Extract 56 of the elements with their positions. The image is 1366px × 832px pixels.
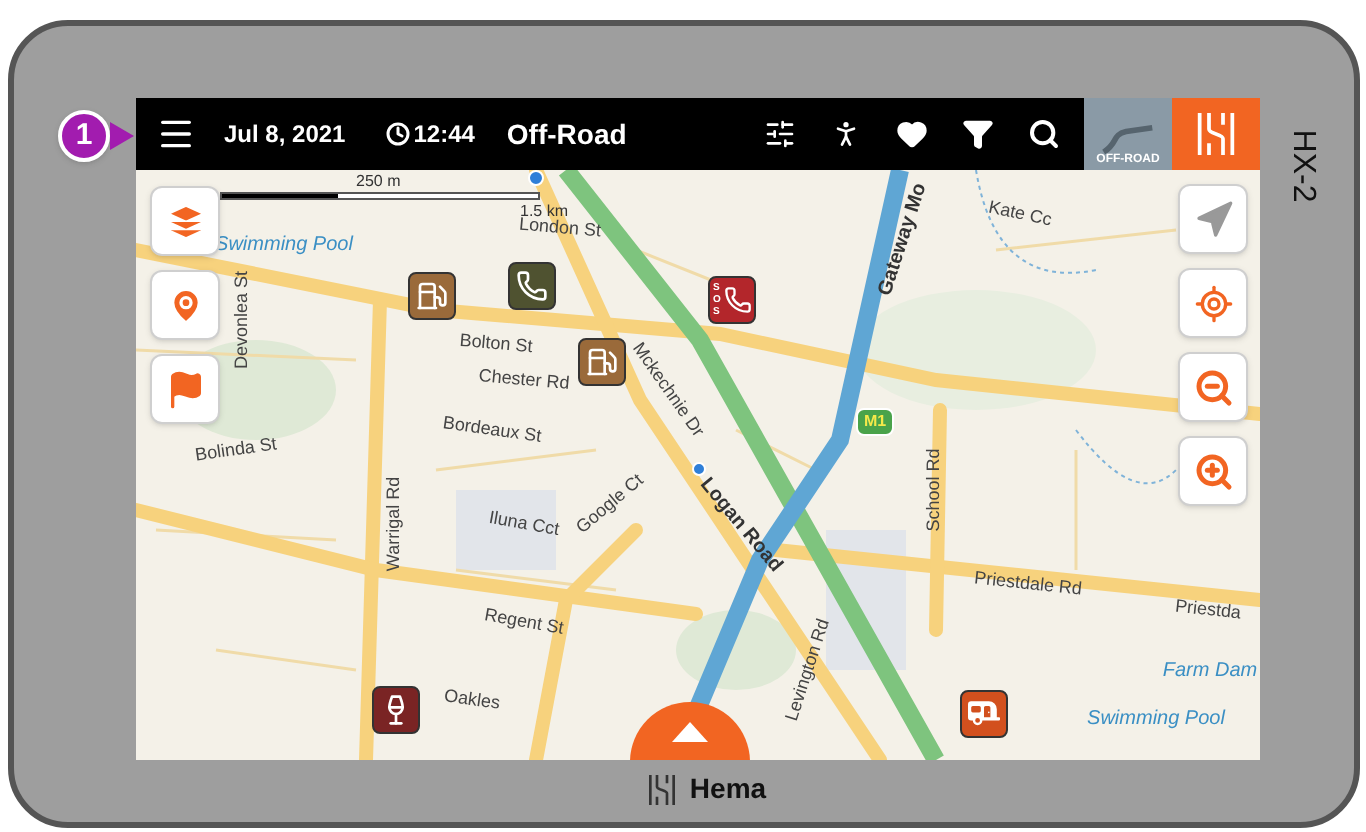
- zoom-in-icon: [1193, 451, 1233, 491]
- device-model-label: HX-2: [1287, 129, 1323, 203]
- fuel-pump-icon: [416, 280, 448, 312]
- time-text: 12:44: [413, 118, 475, 152]
- map-label: Bolton St: [458, 331, 534, 357]
- zoom-out-icon: [1193, 367, 1233, 407]
- map-label: Swimming Pool: [215, 236, 353, 256]
- layers-icon: [165, 201, 205, 241]
- scale-label: 250 m: [356, 170, 401, 194]
- locate-button[interactable]: [1178, 268, 1248, 338]
- road-shield: M1: [856, 408, 895, 436]
- flag-icon: [165, 369, 205, 409]
- brand-logo-text: Hema: [689, 770, 767, 808]
- map-label: Bordeaux St: [441, 414, 543, 446]
- map-label: Oakles: [443, 687, 501, 713]
- map-label: Kate Cc: [986, 198, 1054, 230]
- crosshair-icon: [1193, 283, 1233, 323]
- map-label: Chester Rd: [477, 367, 571, 393]
- map-poi-pin[interactable]: [508, 262, 556, 310]
- map-label: School Rd: [925, 448, 943, 532]
- phone-icon: [723, 286, 751, 314]
- map-label: Priestda: [1174, 597, 1242, 623]
- app-logo-tile[interactable]: [1172, 98, 1260, 170]
- map-poi-pin[interactable]: [408, 272, 456, 320]
- navigation-button[interactable]: [1178, 184, 1248, 254]
- map-label: Swimming Pool: [1087, 710, 1225, 730]
- settings-sliders-icon[interactable]: [764, 118, 796, 150]
- heart-icon[interactable]: [896, 118, 928, 150]
- zoom-out-button[interactable]: [1178, 352, 1248, 422]
- map-label: Devonlea St: [233, 270, 251, 370]
- map-label: Bolinda St: [194, 435, 278, 465]
- map-label: Priestdale Rd: [973, 569, 1083, 599]
- map-pin-button[interactable]: [150, 270, 220, 340]
- map-label: London St: [518, 215, 602, 241]
- flag-button[interactable]: [150, 354, 220, 424]
- clock-icon: [385, 122, 410, 146]
- map-poi-pin[interactable]: [960, 690, 1008, 738]
- filter-icon[interactable]: [962, 118, 994, 150]
- map-label: Warrigal Rd: [385, 476, 403, 572]
- fuel-pump-icon: [586, 346, 618, 378]
- search-icon[interactable]: [1028, 118, 1060, 150]
- map-label: Iluna Cct: [487, 508, 561, 540]
- map-label: Farm Dam: [1162, 662, 1258, 682]
- callout-pointer-icon: [110, 122, 134, 150]
- date-text: Jul 8, 2021: [224, 118, 346, 152]
- phone-icon: [516, 270, 548, 302]
- up-triangle-icon: [672, 722, 708, 742]
- road-icon: [1100, 124, 1156, 154]
- navigation-arrow-icon: [1193, 199, 1233, 239]
- map-label: Regent St: [483, 606, 565, 638]
- mode-title: Off-Road: [506, 115, 627, 153]
- map-poi-pin[interactable]: [578, 338, 626, 386]
- caravan-icon: [968, 698, 1000, 730]
- zoom-in-button[interactable]: [1178, 436, 1248, 506]
- map-poi-pin[interactable]: [372, 686, 420, 734]
- layers-button[interactable]: [150, 186, 220, 256]
